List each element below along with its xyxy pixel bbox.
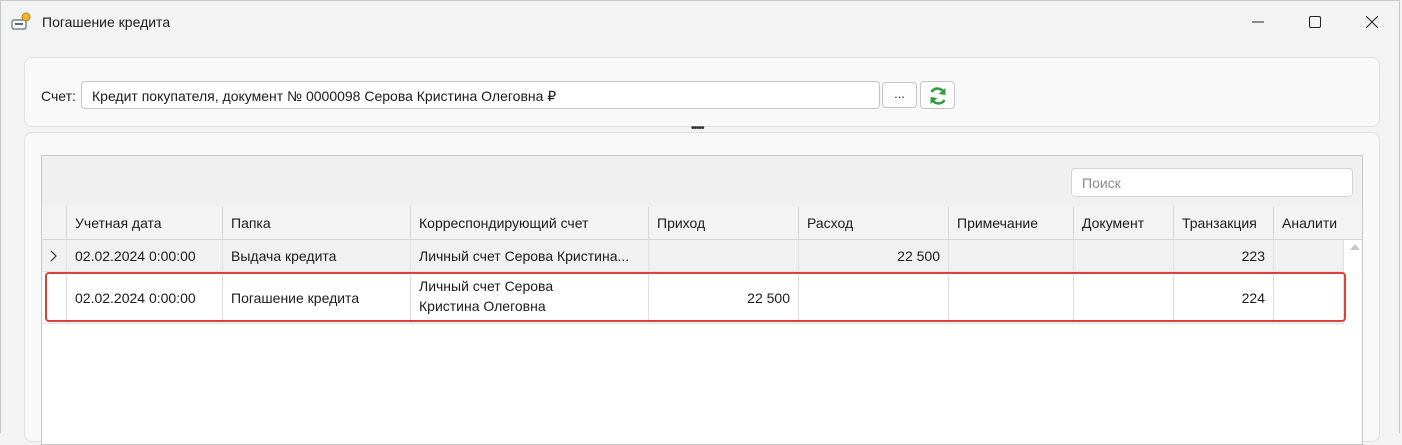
table-cell-note[interactable] xyxy=(949,272,1074,324)
minimize-button[interactable] xyxy=(1235,7,1281,37)
table-cell-analytics[interactable] xyxy=(1274,272,1344,324)
column-header-corr-account[interactable]: Корреспондирующий счет xyxy=(411,207,649,240)
window: Погашение кредита Счет: Кредит покупател… xyxy=(0,0,1400,445)
table-cell-expense[interactable]: 22 500 xyxy=(799,240,949,272)
table-cell-income[interactable]: 22 500 xyxy=(649,272,799,324)
table-cell-folder[interactable]: Выдача кредита xyxy=(223,240,411,272)
refresh-button[interactable] xyxy=(920,81,955,109)
row-indicator[interactable] xyxy=(42,272,67,324)
browse-account-button[interactable]: ... xyxy=(882,82,917,108)
table-cell-expense[interactable] xyxy=(799,272,949,324)
table-cell-transaction[interactable]: 223 xyxy=(1174,240,1274,272)
table-cell-document[interactable] xyxy=(1074,240,1174,272)
title-bar: Погашение кредита xyxy=(1,1,1399,43)
column-header-transaction[interactable]: Транзакция xyxy=(1174,207,1274,240)
window-title: Погашение кредита xyxy=(42,14,171,30)
close-button[interactable] xyxy=(1349,7,1395,37)
account-label: Счет: xyxy=(41,88,76,104)
transactions-grid: Учетная дата Папка Корреспондирующий сче… xyxy=(41,155,1363,445)
app-icon xyxy=(11,12,33,32)
table-cell-date[interactable]: 02.02.2024 0:00:00 xyxy=(67,240,223,272)
column-header-date[interactable]: Учетная дата xyxy=(67,207,223,240)
table-cell-transaction[interactable]: 224 xyxy=(1174,272,1274,324)
column-header-folder[interactable]: Папка xyxy=(223,207,411,240)
minimize-icon xyxy=(1252,21,1264,23)
header-scroll-gap xyxy=(1344,207,1362,240)
column-header-income[interactable]: Приход xyxy=(649,207,799,240)
row-indicator[interactable] xyxy=(42,240,67,272)
table-cell-note[interactable] xyxy=(949,240,1074,272)
table-cell-document[interactable] xyxy=(1074,272,1174,324)
scroll-up-icon xyxy=(1350,244,1360,250)
column-header-document[interactable]: Документ xyxy=(1074,207,1174,240)
header-indicator xyxy=(42,207,67,240)
column-header-analytics[interactable]: Аналити xyxy=(1274,207,1344,240)
column-header-note[interactable]: Примечание xyxy=(949,207,1074,240)
corr-account-line: Личный счет Серова xyxy=(419,278,554,294)
refresh-icon xyxy=(930,87,946,105)
close-icon xyxy=(1366,16,1378,28)
corr-account-line: Кристина Олеговна xyxy=(419,298,546,314)
grid-toolbar xyxy=(42,156,1362,208)
account-field[interactable]: Кредит покупателя, документ № 0000098 Се… xyxy=(81,81,880,109)
table-cell-corr-account[interactable]: Личный счет Серова Кристина Олеговна xyxy=(411,272,649,324)
column-header-expense[interactable]: Расход xyxy=(799,207,949,240)
chevron-right-icon xyxy=(50,250,57,262)
scroll-up-button[interactable] xyxy=(1348,240,1362,254)
table-cell-income[interactable] xyxy=(649,240,799,272)
table-cell-corr-account[interactable]: Личный счет Серова Кристина... xyxy=(411,240,649,272)
table-cell-date[interactable]: 02.02.2024 0:00:00 xyxy=(67,272,223,324)
table-cell-analytics[interactable] xyxy=(1274,240,1344,272)
maximize-button[interactable] xyxy=(1292,7,1338,37)
maximize-icon xyxy=(1309,16,1321,28)
search-input[interactable] xyxy=(1071,168,1353,197)
table-cell-folder[interactable]: Погашение кредита xyxy=(223,272,411,324)
